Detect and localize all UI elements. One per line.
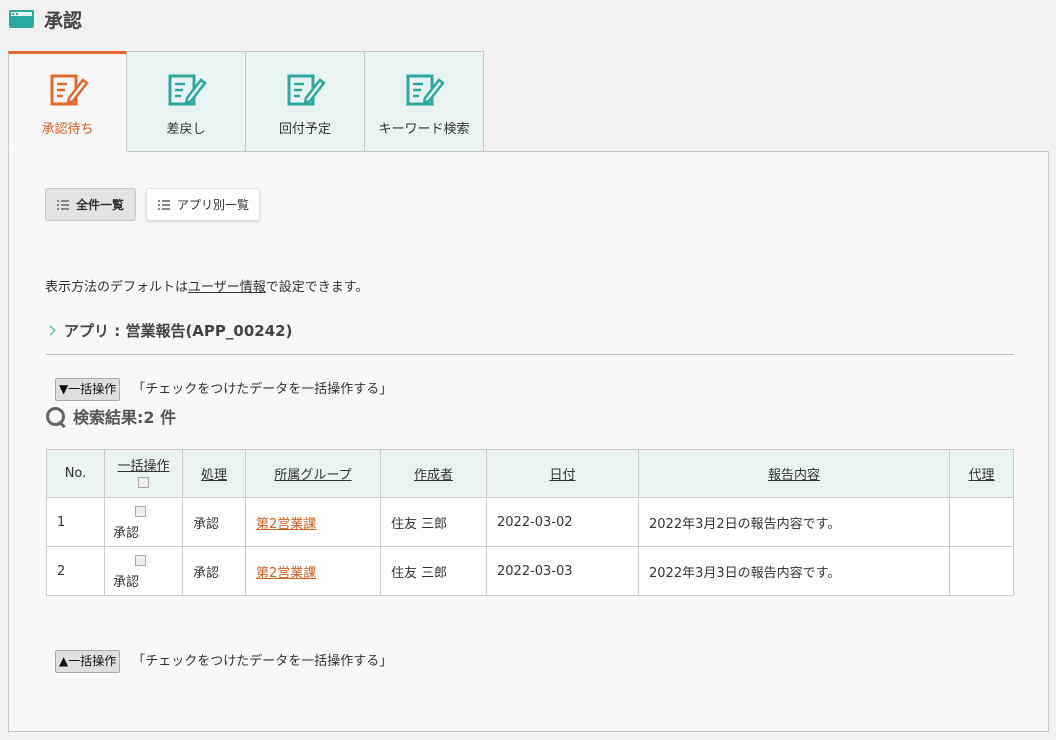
bulk-operation-bottom: ▲一括操作 「チェックをつけたデータを一括操作する」 [55,650,392,673]
page-title: 承認 [44,10,83,32]
select-all-checkbox[interactable] [138,477,149,488]
tab-returned[interactable]: 差戻し [127,51,246,152]
divider [46,354,1014,355]
table-row: 2 承認 承認 第2営業課 住友 三郎 2022-03-03 2022年3月3日… [46,546,1014,596]
app-heading-label: アプリ : 営業報告(APP_00242) [64,322,293,340]
notice-suffix: で設定できます。 [265,280,369,295]
cell-proxy [949,546,1014,596]
cell-bulk: 承認 [104,497,183,547]
cell-group: 第2営業課 [245,497,381,547]
row-checkbox[interactable] [135,555,146,566]
notice-prefix: 表示方法のデフォルトは [45,280,189,295]
result-label: 検索結果:2 件 [73,408,177,427]
view-all-label: 全件一覧 [76,198,125,212]
col-group[interactable]: 所属グループ [245,449,381,498]
tab-bar: 承認待ち 差戻し 回付予定 キーワード検索 [8,51,484,152]
cell-author: 住友 三郎 [380,497,487,547]
cell-date: 2022-03-02 [486,497,639,547]
window-icon [9,10,34,28]
edit-note-icon [168,74,207,106]
tab-label: 差戻し [166,122,206,137]
tab-label: 回付予定 [278,122,331,137]
cell-no: 2 [46,546,105,596]
col-action[interactable]: 処理 [182,449,246,498]
view-by-app-button[interactable]: アプリ別一覧 [146,188,260,221]
search-result-count: 検索結果:2 件 [45,404,176,430]
group-link[interactable]: 第2営業課 [256,566,316,581]
cell-bulk: 承認 [104,546,183,596]
bulk-operation-button[interactable]: ▼一括操作 [55,378,121,401]
cell-no: 1 [46,497,105,547]
group-link[interactable]: 第2営業課 [256,517,316,532]
content-panel: 全件一覧 アプリ別一覧 表示方法のデフォルトはユーザー情報で設定できます。 アプ… [8,151,1049,732]
page-header: 承認 [0,0,1056,40]
cell-author: 住友 三郎 [380,546,487,596]
cell-proxy [949,497,1014,547]
search-icon [45,406,67,428]
tab-scheduled[interactable]: 回付予定 [246,51,365,152]
col-proxy[interactable]: 代理 [949,449,1014,498]
cell-action: 承認 [182,497,246,547]
col-bulk-label: 一括操作 [117,459,170,474]
checkbox-label: 承認 [113,526,140,541]
view-by-app-label: アプリ別一覧 [177,198,250,212]
cell-content: 2022年3月3日の報告内容です。 [638,546,950,596]
user-info-link[interactable]: ユーザー情報 [188,280,266,295]
col-content[interactable]: 報告内容 [638,449,950,498]
bulk-operation-desc: 「チェックをつけたデータを一括操作する」 [132,382,393,397]
default-view-notice: 表示方法のデフォルトはユーザー情報で設定できます。 [45,276,368,295]
tab-label: キーワード検索 [378,122,470,137]
tab-label: 承認待ち [41,122,94,137]
tab-pending-approval[interactable]: 承認待ち [8,51,127,152]
edit-note-icon [406,74,445,106]
bulk-operation-top: ▼一括操作 「チェックをつけたデータを一括操作する」 [55,378,392,401]
col-no: No. [46,449,105,498]
checkbox-label: 承認 [113,575,140,590]
list-icon [158,200,170,210]
bulk-operation-desc: 「チェックをつけたデータを一括操作する」 [132,654,393,669]
cell-action: 承認 [182,546,246,596]
tab-keyword-search[interactable]: キーワード検索 [365,51,484,152]
chevron-right-icon [45,325,56,336]
list-icon [57,200,69,210]
row-checkbox[interactable] [135,506,146,517]
view-all-button[interactable]: 全件一覧 [45,188,136,221]
edit-note-icon [50,74,89,106]
bulk-operation-button[interactable]: ▲一括操作 [55,650,121,673]
app-heading[interactable]: アプリ : 営業報告(APP_00242) [45,320,293,341]
col-author[interactable]: 作成者 [380,449,487,498]
cell-content: 2022年3月2日の報告内容です。 [638,497,950,547]
col-bulk[interactable]: 一括操作 [104,449,183,498]
table-header-row: No. 一括操作 処理 所属グループ 作成者 日付 報告内容 代理 [46,449,1014,498]
cell-date: 2022-03-03 [486,546,639,596]
cell-group: 第2営業課 [245,546,381,596]
table-row: 1 承認 承認 第2営業課 住友 三郎 2022-03-02 2022年3月2日… [46,497,1014,547]
results-table: No. 一括操作 処理 所属グループ 作成者 日付 報告内容 代理 1 承認 承… [46,449,1014,596]
col-date[interactable]: 日付 [486,449,639,498]
edit-note-icon [287,74,326,106]
